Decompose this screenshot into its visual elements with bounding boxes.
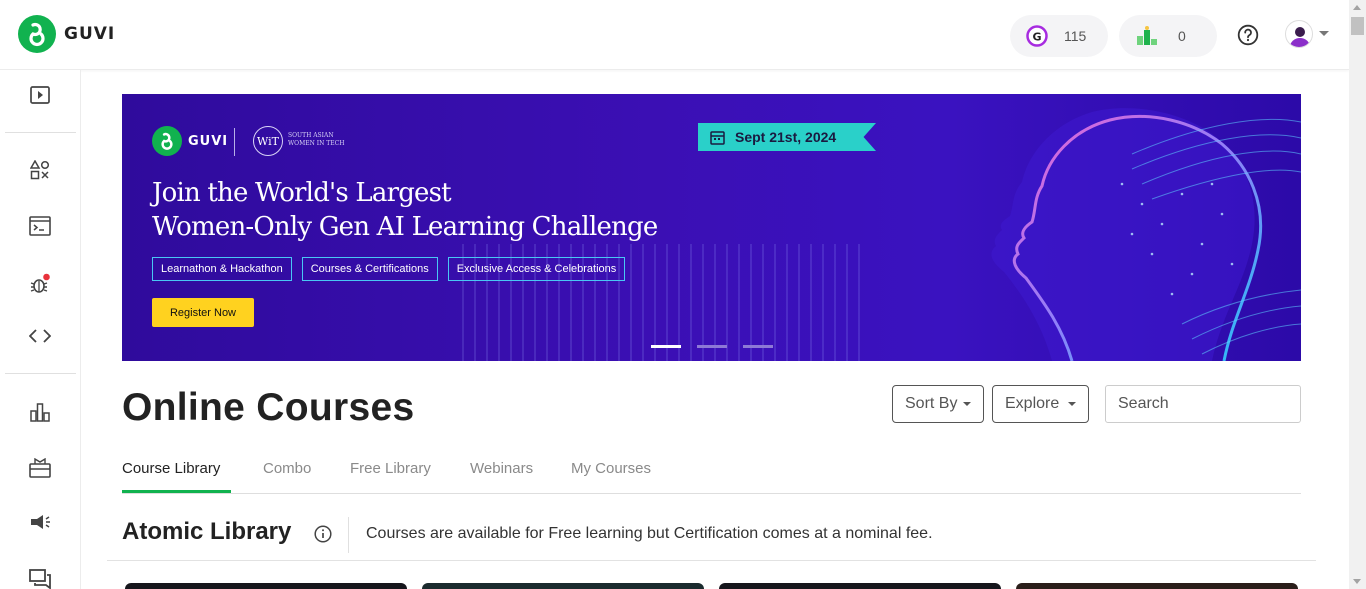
section-divider	[348, 517, 349, 553]
banner-logo-divider	[234, 128, 235, 156]
course-card[interactable]	[422, 583, 704, 589]
svg-text:G: G	[1032, 31, 1041, 44]
sidebar-divider	[5, 132, 76, 133]
event-date: Sept 21st, 2024	[735, 129, 837, 145]
banner-headline: Join the World's Largest Women-Only Gen …	[152, 176, 658, 244]
scroll-up-arrow-icon[interactable]	[1353, 5, 1361, 10]
guvi-logo[interactable]: GUVI	[18, 15, 115, 53]
left-sidebar	[0, 70, 81, 589]
carousel-indicators	[651, 345, 773, 348]
brand-name: GUVI	[64, 24, 116, 44]
sidebar-divider	[5, 373, 76, 374]
banner-brand-name: GUVI	[188, 133, 229, 149]
course-tabs: Course Library Combo Free Library Webina…	[122, 455, 1301, 494]
gift-box-icon[interactable]	[28, 456, 52, 480]
tab-combo[interactable]: Combo	[263, 460, 311, 477]
shapes-icon[interactable]	[28, 158, 52, 182]
course-card[interactable]	[719, 583, 1001, 589]
rank-counter[interactable]: 0	[1119, 15, 1217, 57]
bug-icon[interactable]	[28, 272, 52, 296]
code-brackets-icon[interactable]	[28, 324, 52, 348]
banner-tag: Learnathon & Hackathon	[152, 257, 292, 281]
calendar-icon	[710, 130, 725, 145]
carousel-dot-3[interactable]	[743, 345, 773, 348]
scroll-thumb[interactable]	[1351, 17, 1364, 35]
wit-logo-text: SOUTH ASIAN WOMEN IN TECH	[288, 132, 345, 147]
chat-bubbles-icon[interactable]	[28, 567, 52, 589]
carousel-dot-1[interactable]	[651, 345, 681, 348]
active-tab-indicator	[122, 490, 231, 493]
explore-dropdown[interactable]: Explore	[992, 385, 1089, 423]
atomic-library-header: Atomic Library Courses are available for…	[107, 515, 1316, 561]
register-now-button[interactable]: Register Now	[152, 298, 254, 327]
guvi-logo-icon	[18, 15, 56, 53]
chevron-down-icon[interactable]	[1319, 31, 1329, 36]
explore-label: Explore	[1005, 395, 1060, 412]
banner-guvi-logo: GUVI	[152, 126, 228, 156]
banner-tag: Exclusive Access & Celebrations	[447, 257, 626, 281]
caret-down-icon	[1068, 402, 1077, 406]
sort-by-dropdown[interactable]: Sort By	[892, 385, 984, 423]
event-date-ribbon: Sept 21st, 2024	[698, 123, 876, 151]
ai-face-illustration	[991, 108, 1301, 361]
section-note: Courses are available for Free learning …	[366, 525, 933, 542]
megaphone-icon[interactable]	[28, 510, 52, 534]
terminal-window-icon[interactable]	[28, 214, 52, 238]
banner-headline-line1: Join the World's Largest	[152, 178, 452, 208]
question-circle-icon[interactable]	[1237, 24, 1259, 46]
rank-count: 0	[1178, 28, 1186, 44]
wit-logo-icon: WiT	[253, 126, 283, 156]
carousel-dot-2[interactable]	[697, 345, 727, 348]
top-header: GUVI G 115 0	[0, 0, 1349, 70]
promo-banner[interactable]: GUVI WiT SOUTH ASIAN WOMEN IN TECH Sept …	[122, 94, 1301, 361]
scroll-down-arrow-icon[interactable]	[1353, 579, 1361, 584]
user-avatar-icon[interactable]	[1285, 20, 1313, 48]
tab-my-courses[interactable]: My Courses	[571, 460, 651, 477]
bar-chart-icon[interactable]	[28, 400, 52, 424]
banner-tags: Learnathon & Hackathon Courses & Certifi…	[152, 257, 626, 281]
gems-counter[interactable]: G 115	[1010, 15, 1108, 57]
g-coin-icon: G	[1026, 25, 1048, 47]
section-title: Atomic Library	[122, 518, 292, 545]
page-title: Online Courses	[122, 386, 415, 429]
caret-down-icon	[963, 402, 972, 406]
info-icon[interactable]	[314, 525, 332, 543]
video-play-icon[interactable]	[28, 83, 52, 107]
course-card[interactable]	[1016, 583, 1298, 589]
tab-course-library[interactable]: Course Library	[122, 460, 220, 477]
course-card[interactable]	[125, 583, 407, 589]
guvi-logo-icon	[152, 126, 182, 156]
tab-webinars[interactable]: Webinars	[470, 460, 533, 477]
leaderboard-podium-icon	[1137, 26, 1157, 45]
gems-count: 115	[1064, 28, 1087, 44]
sort-by-label: Sort By	[905, 395, 958, 412]
page-scrollbar[interactable]	[1349, 0, 1366, 589]
banner-tag: Courses & Certifications	[301, 257, 438, 281]
search-input[interactable]	[1105, 385, 1301, 423]
tab-free-library[interactable]: Free Library	[350, 460, 431, 477]
banner-headline-line2: Women-Only Gen AI Learning Challenge	[152, 212, 658, 242]
